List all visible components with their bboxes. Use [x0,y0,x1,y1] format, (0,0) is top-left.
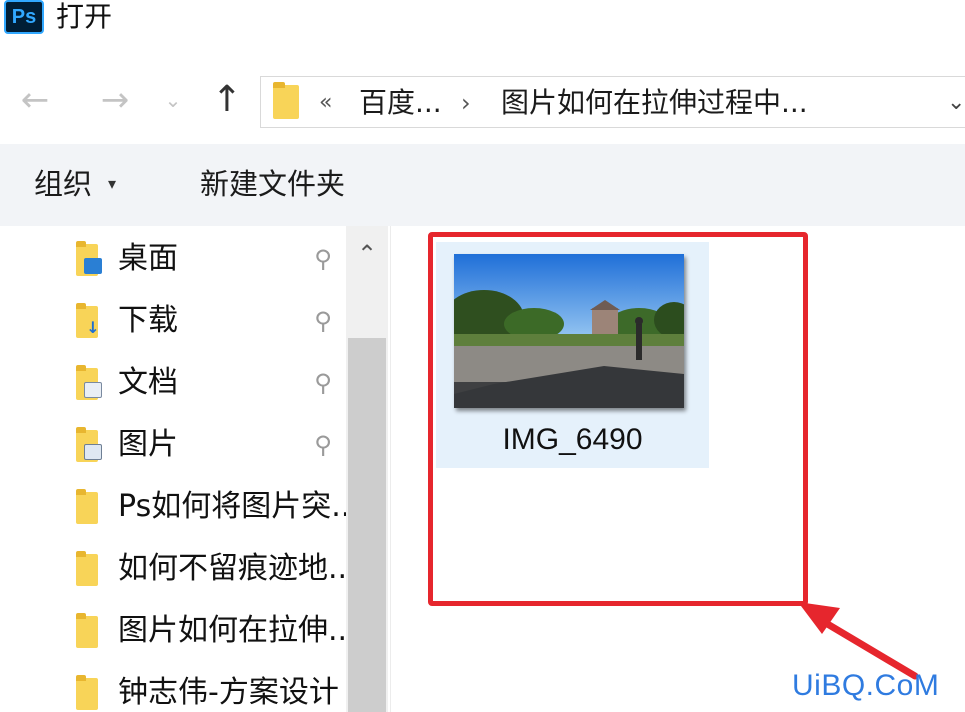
scrollbar-thumb[interactable] [348,338,386,712]
sidebar-item-label: 如何不留痕迹地... [118,551,357,586]
chevron-down-icon: ⌄ [164,88,182,112]
forward-button[interactable]: → [92,80,138,120]
command-bar: 组织 ▾ 新建文件夹 [0,144,965,226]
sidebar-item-desktop[interactable]: 桌面 ⚲ [0,228,346,290]
navigation-bar: ← → ⌄ ↑ « 百度... › 图片如何在拉伸过程中... ⌄ [0,70,965,130]
up-button[interactable]: ↑ [206,80,248,120]
breadcrumb-segment[interactable]: 百度... [359,85,442,121]
window-title: 打开 [56,0,113,33]
new-folder-button[interactable]: 新建文件夹 [200,164,345,204]
folder-icon [76,675,98,710]
desktop-folder-icon [76,241,102,276]
sidebar-item-label: Ps如何将图片突... [118,489,360,524]
file-open-dialog: Ps 打开 ← → ⌄ ↑ « 百度... › 图片如何在拉伸过程中... ⌄ … [0,0,965,712]
annotation-highlight-box [428,232,808,606]
watermark: UiBQ.CoM [792,669,940,702]
address-overflow[interactable]: « [319,85,332,121]
arrow-right-icon: → [100,80,130,120]
sidebar-item-folder[interactable]: 钟志伟-方案设计 [0,662,346,712]
downloads-folder-icon: ↓ [76,303,100,338]
sidebar-item-folder[interactable]: 如何不留痕迹地... [0,538,357,600]
sidebar-scrollbar[interactable]: ⌃ [346,226,388,712]
pane-divider[interactable] [390,226,391,712]
navigation-pane: 桌面 ⚲ ↓ 下载 ⚲ 文档 ⚲ 图片 ⚲ Ps如何将图片突... 如何不留痕迹… [0,226,390,712]
caret-down-icon[interactable]: ▾ [108,174,116,193]
sidebar-item-label: 文档 [118,365,178,400]
chevron-down-icon[interactable]: ⌄ [947,85,965,121]
documents-folder-icon [76,365,102,400]
caret-up-icon[interactable]: ⌃ [346,232,388,276]
organize-button[interactable]: 组织 [34,164,92,204]
folder-icon [273,82,299,119]
pin-icon[interactable]: ⚲ [308,244,338,274]
photoshop-icon: Ps [4,0,44,34]
sidebar-item-label: 图片 [118,427,178,462]
sidebar-item-folder[interactable]: 图片如何在拉伸... [0,600,357,662]
breadcrumb-separator[interactable]: › [461,85,471,121]
pin-icon[interactable]: ⚲ [308,430,338,460]
arrow-up-icon: ↑ [211,79,243,120]
title-bar: Ps 打开 [0,0,965,40]
address-bar[interactable]: « 百度... › 图片如何在拉伸过程中... ⌄ [260,76,965,128]
back-button[interactable]: ← [12,80,58,120]
sidebar-item-pictures[interactable]: 图片 ⚲ [0,414,346,476]
sidebar-item-downloads[interactable]: ↓ 下载 ⚲ [0,290,346,352]
pin-icon[interactable]: ⚲ [308,306,338,336]
recent-locations-button[interactable]: ⌄ [160,80,186,120]
sidebar-item-label: 桌面 [118,241,178,276]
folder-icon [76,551,98,586]
folder-icon [76,489,98,524]
sidebar-item-documents[interactable]: 文档 ⚲ [0,352,346,414]
arrow-left-icon: ← [20,80,50,120]
annotation-arrow [798,602,919,680]
sidebar-item-label: 下载 [118,303,178,338]
sidebar-item-folder[interactable]: Ps如何将图片突... [0,476,360,538]
folder-icon [76,613,98,648]
pin-icon[interactable]: ⚲ [308,368,338,398]
sidebar-item-label: 钟志伟-方案设计 [118,675,339,710]
sidebar-item-label: 图片如何在拉伸... [118,613,357,648]
pictures-folder-icon [76,427,102,462]
breadcrumb-segment[interactable]: 图片如何在拉伸过程中... [501,85,808,121]
